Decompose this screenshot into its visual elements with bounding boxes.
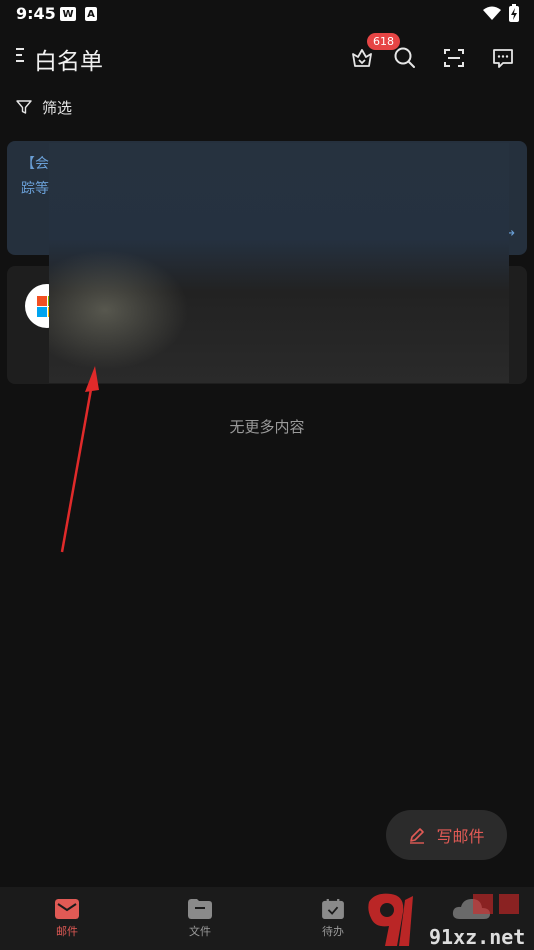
search-icon xyxy=(394,47,415,68)
crown-icon xyxy=(352,49,372,67)
battery-charging-icon xyxy=(509,4,519,22)
scan-icon xyxy=(444,49,464,67)
nav-tab-todo[interactable]: 待办 xyxy=(293,887,373,950)
nav-label-files: 文件 xyxy=(189,925,211,938)
no-more-content-hint: 无更多内容 xyxy=(229,418,305,436)
search-button[interactable] xyxy=(389,42,421,74)
pen-icon xyxy=(410,828,425,844)
filter-button[interactable]: 筛选 xyxy=(16,96,72,118)
status-bar: 9:45 W A xyxy=(0,0,534,28)
a-app-icon: A xyxy=(85,7,97,21)
folder-icon xyxy=(188,899,212,919)
calendar-check-icon xyxy=(322,899,344,919)
filter-label: 筛选 xyxy=(42,98,73,117)
menu-icon[interactable] xyxy=(16,48,28,68)
page-title: 白名单 xyxy=(34,49,103,75)
promo-preview: 踪等 xyxy=(21,181,49,197)
wps-app-icon: W xyxy=(60,7,76,21)
wifi-icon xyxy=(483,6,501,20)
compose-button[interactable]: 写邮件 xyxy=(386,810,507,860)
nav-label-mail: 邮件 xyxy=(56,925,78,938)
nav-tab-mail[interactable]: 邮件 xyxy=(27,887,107,950)
scan-button[interactable] xyxy=(438,42,470,74)
watermark-logo: 91xz.net xyxy=(368,893,525,949)
nav-tab-files[interactable]: 文件 xyxy=(160,887,240,950)
promo-subject: 【会 xyxy=(21,156,49,172)
blurred-overlay-glow xyxy=(49,250,189,370)
nav-label-todo: 待办 xyxy=(322,925,344,938)
status-time: 9:45 xyxy=(16,4,56,23)
message-button[interactable] xyxy=(487,42,519,74)
watermark-text: 91xz.net xyxy=(429,925,525,949)
compose-label: 写邮件 xyxy=(436,827,485,846)
mail-icon xyxy=(55,899,79,919)
message-icon xyxy=(493,49,513,68)
filter-icon xyxy=(16,100,32,114)
